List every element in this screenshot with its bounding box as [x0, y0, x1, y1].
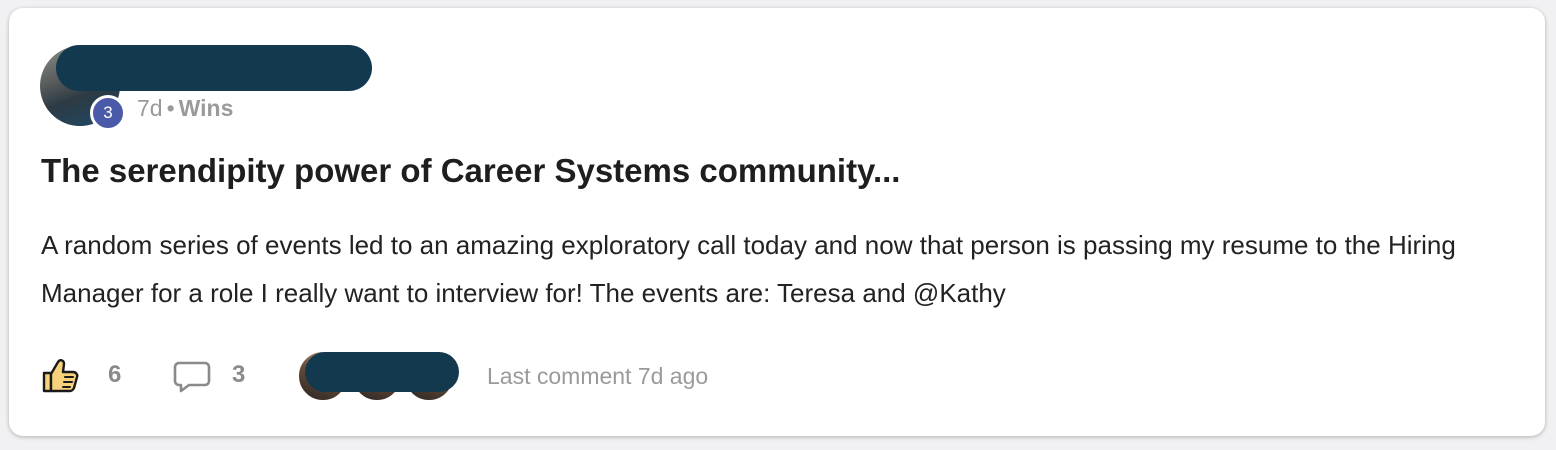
post-meta: 7d • Wins: [137, 94, 233, 122]
post-body: A random series of events led to an amaz…: [41, 230, 1456, 308]
commenter-names-redacted: [305, 352, 459, 392]
thumbs-up-icon[interactable]: [41, 358, 81, 394]
comment-count[interactable]: 3: [232, 361, 245, 389]
post-card[interactable]: 3 7d • Wins The serendipity power of Caree…: [9, 8, 1545, 436]
post-time: 7d: [137, 95, 163, 121]
author-name-redacted: [56, 45, 372, 91]
last-comment-time: Last comment 7d ago: [487, 363, 709, 389]
post-title[interactable]: The serendipity power of Career Systems …: [41, 150, 900, 192]
level-badge: 3: [90, 95, 126, 131]
meta-separator: •: [166, 95, 175, 121]
commenter-avatars[interactable]: [297, 350, 459, 402]
comment-bubble-icon[interactable]: [173, 360, 211, 394]
like-count[interactable]: 6: [108, 361, 121, 389]
post-category[interactable]: Wins: [179, 95, 234, 121]
